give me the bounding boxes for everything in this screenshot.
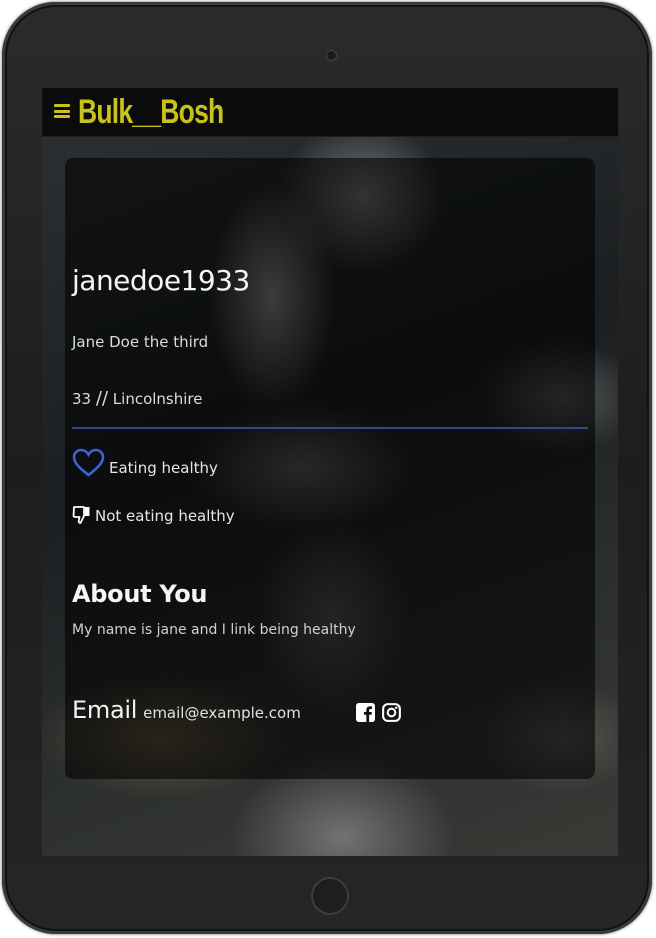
age: 33 <box>72 390 92 408</box>
thumbs-down-icon <box>72 506 90 524</box>
camera-icon <box>326 50 337 61</box>
separator: // <box>95 388 109 409</box>
home-button[interactable] <box>311 877 349 915</box>
email-row: Email email@example.com <box>72 696 301 724</box>
about-title: About You <box>72 580 208 608</box>
screen: Bulk__Bosh janedoe1933 Jane Doe the thir… <box>42 88 618 856</box>
tablet-frame: Bulk__Bosh janedoe1933 Jane Doe the thir… <box>2 2 652 934</box>
likes-row: Eating healthy <box>72 448 218 478</box>
location: Lincolnshire <box>112 390 203 408</box>
dislikes-row: Not eating healthy <box>72 505 235 525</box>
dislikes-label: Not eating healthy <box>95 507 235 525</box>
social-links <box>356 703 401 722</box>
hamburger-menu-icon[interactable] <box>54 103 70 119</box>
email-value[interactable]: email@example.com <box>143 704 301 722</box>
full-name: Jane Doe the third <box>72 333 209 351</box>
about-text: My name is jane and I link being healthy <box>72 622 356 638</box>
profile-card: janedoe1933 Jane Doe the third 33 // Lin… <box>65 158 595 779</box>
navbar: Bulk__Bosh <box>42 88 618 137</box>
brand-logo[interactable]: Bulk__Bosh <box>78 92 224 132</box>
email-label: Email <box>72 696 138 724</box>
facebook-icon[interactable] <box>356 703 375 722</box>
likes-label: Eating healthy <box>109 459 218 477</box>
divider <box>72 427 588 429</box>
heart-icon <box>72 448 105 477</box>
age-location: 33 // Lincolnshire <box>72 388 202 409</box>
instagram-icon[interactable] <box>382 703 401 722</box>
username: janedoe1933 <box>72 264 250 297</box>
